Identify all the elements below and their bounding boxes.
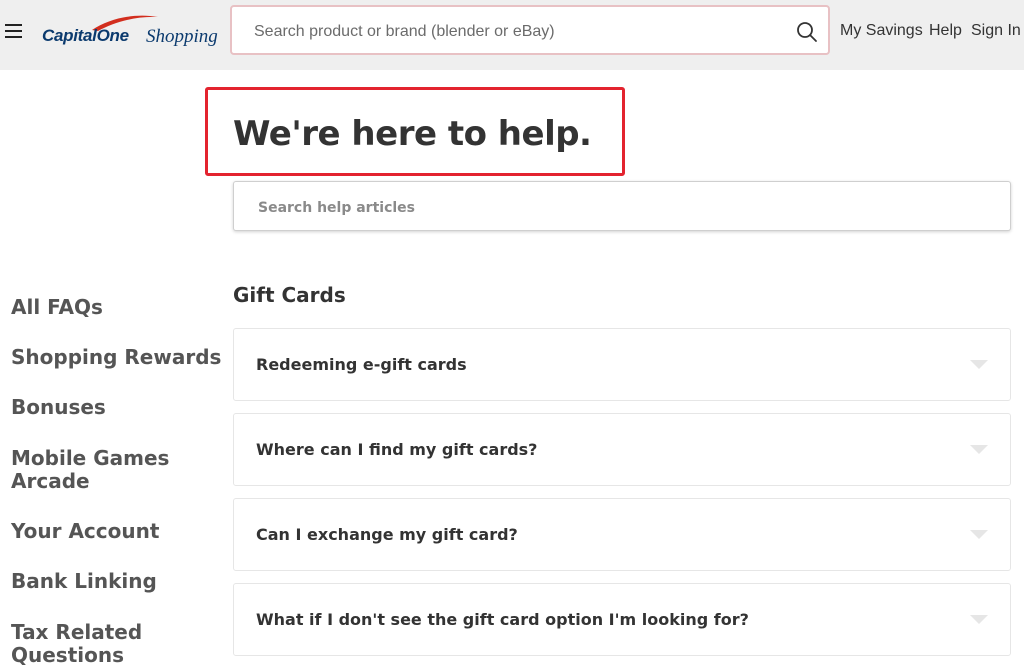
sidebar-item-bank-linking[interactable]: Bank Linking: [11, 570, 216, 593]
faq-item[interactable]: Can I exchange my gift card?: [233, 498, 1011, 571]
sidebar-item-all-faqs[interactable]: All FAQs: [11, 296, 216, 319]
highlight-box: [205, 87, 625, 176]
capital-one-shopping-logo[interactable]: CapitalOne Shopping: [42, 14, 224, 50]
chevron-down-icon: [970, 360, 988, 369]
help-search-box: [233, 181, 1011, 231]
sidebar-item-bonuses[interactable]: Bonuses: [11, 396, 216, 419]
sign-in-link[interactable]: Sign In: [971, 22, 1021, 40]
faq-item[interactable]: Redeeming e-gift cards: [233, 328, 1011, 401]
top-bar: CapitalOne Shopping My Savings Help Sign…: [0, 0, 1024, 70]
search-icon[interactable]: [796, 21, 818, 43]
faq-question: Where can I find my gift cards?: [256, 440, 538, 459]
sidebar-item-your-account[interactable]: Your Account: [11, 520, 216, 543]
faq-item[interactable]: Where can I find my gift cards?: [233, 413, 1011, 486]
chevron-down-icon: [970, 530, 988, 539]
hamburger-menu-icon[interactable]: [5, 24, 22, 38]
faq-question: Can I exchange my gift card?: [256, 525, 518, 544]
sidebar-item-tax-related-questions[interactable]: Tax Related Questions: [11, 621, 161, 667]
chevron-down-icon: [970, 615, 988, 624]
product-search-box: [230, 5, 830, 55]
logo-sub-text: Shopping: [146, 26, 218, 47]
chevron-down-icon: [970, 445, 988, 454]
faq-question: Redeeming e-gift cards: [256, 355, 467, 374]
help-link[interactable]: Help: [929, 22, 962, 40]
help-search-input[interactable]: [256, 195, 960, 221]
faq-question: What if I don't see the gift card option…: [256, 610, 749, 629]
section-title: Gift Cards: [233, 283, 346, 307]
product-search-input[interactable]: [252, 19, 776, 45]
logo-brand-text: CapitalOne: [42, 26, 129, 45]
my-savings-link[interactable]: My Savings: [840, 22, 923, 40]
sidebar-item-mobile-games-arcade[interactable]: Mobile Games Arcade: [11, 447, 181, 493]
sidebar-item-shopping-rewards[interactable]: Shopping Rewards: [11, 346, 226, 369]
faq-item[interactable]: What if I don't see the gift card option…: [233, 583, 1011, 656]
